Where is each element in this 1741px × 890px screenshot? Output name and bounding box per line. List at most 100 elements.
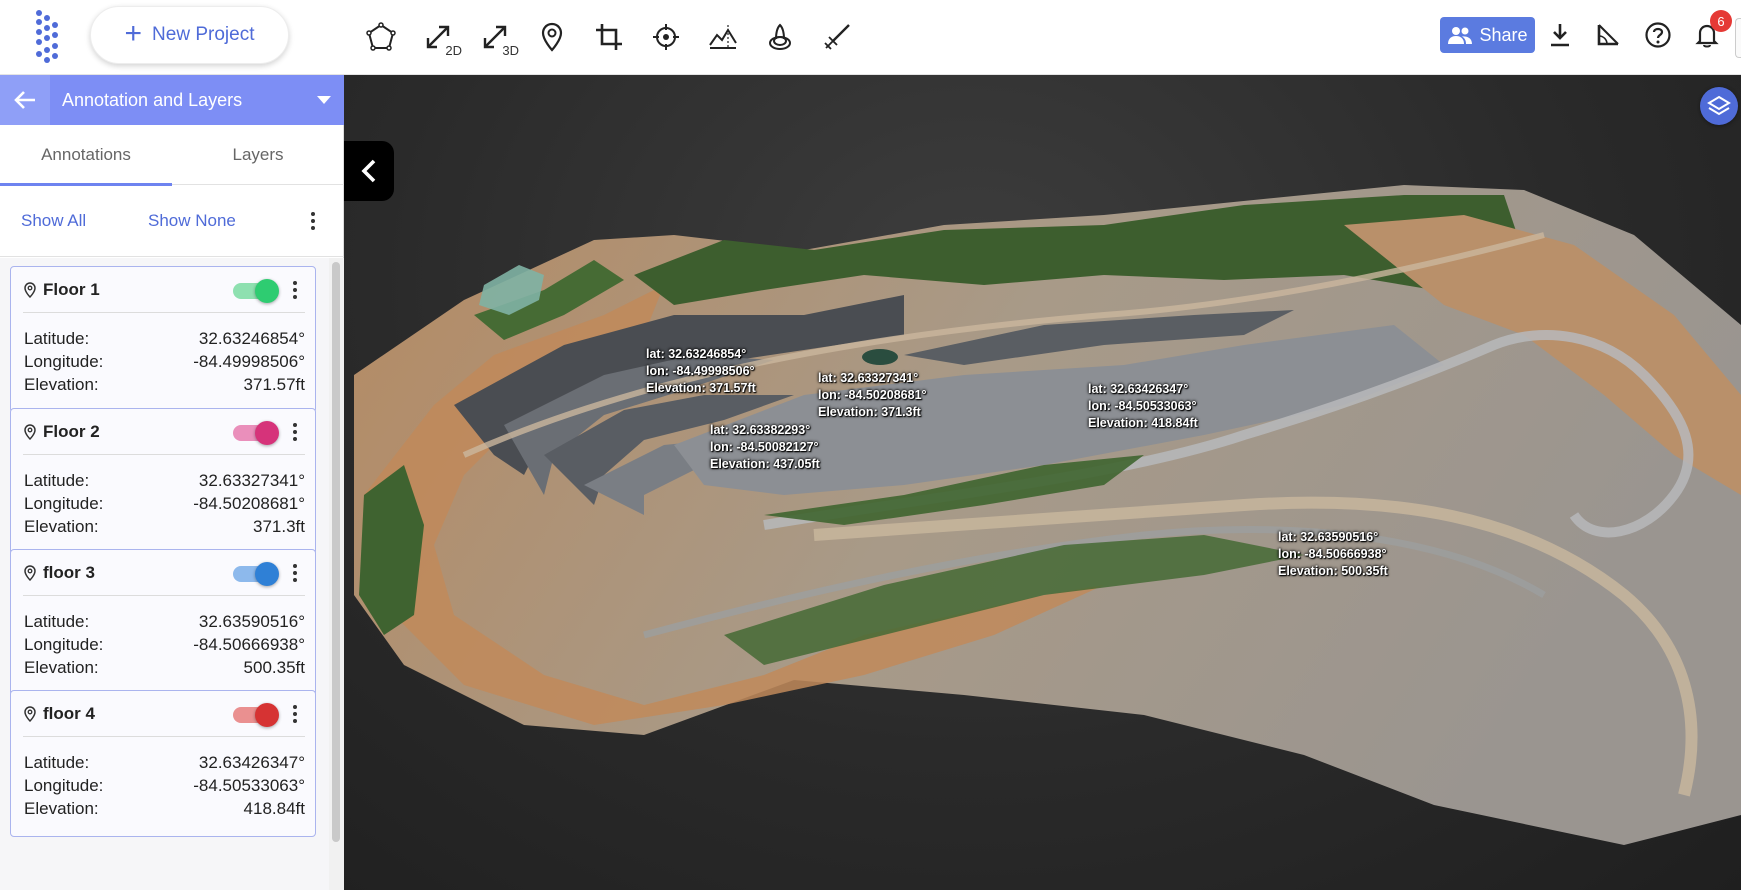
toggle-knob xyxy=(255,278,279,303)
target-tool-button[interactable] xyxy=(637,14,694,60)
label-lon: lon: -84.50666938° xyxy=(1278,547,1387,561)
volume-tool-button[interactable] xyxy=(751,14,808,60)
edge-panel-tab[interactable] xyxy=(1735,18,1741,58)
annotation-visibility-toggle[interactable] xyxy=(233,420,279,445)
chevron-left-icon xyxy=(361,159,376,183)
label-lon: lon: -84.50533063° xyxy=(1088,399,1197,413)
annotation-detail-row: Latitude: 32.63327341° xyxy=(24,471,305,491)
toggle-knob xyxy=(255,561,279,586)
panel-tabs: Annotations Layers xyxy=(0,125,344,186)
panel-header: Annotation and Layers xyxy=(0,75,344,125)
annotation-more-icon[interactable] xyxy=(285,276,305,304)
annotation-detail-row: Elevation: 418.84ft xyxy=(24,799,305,819)
target-icon xyxy=(652,24,679,50)
3d-model-viewer[interactable]: lat: 32.63246854° lon: -84.49998506° Ele… xyxy=(344,75,1741,890)
volume-icon xyxy=(768,23,791,50)
back-button[interactable] xyxy=(0,75,50,125)
annotation-detail-row: Latitude: 32.63426347° xyxy=(24,753,305,773)
detail-value: 32.63426347° xyxy=(198,753,305,772)
annotation-detail-row: Elevation: 500.35ft xyxy=(24,658,305,678)
annotation-card-header: Floor 1 xyxy=(23,267,305,313)
tool-sub-label: 2D xyxy=(445,43,462,58)
location-pin-icon xyxy=(24,281,36,298)
annotation-card[interactable]: floor 3 Latitude: 32.63590516° Longitude: -8… xyxy=(10,549,316,696)
measure-angle-button[interactable] xyxy=(1591,18,1625,52)
show-none-link[interactable]: Show None xyxy=(148,211,236,231)
annotation-sidebar: Annotation and Layers Annotations Layers… xyxy=(0,75,344,890)
detail-label: Latitude: xyxy=(24,471,90,490)
caret-down-icon xyxy=(317,96,331,104)
measure-3d-tool-button[interactable]: 3D xyxy=(466,14,523,60)
profile-tool-button[interactable] xyxy=(694,14,751,60)
tab-annotations[interactable]: Annotations xyxy=(0,125,172,186)
share-label: Share xyxy=(1479,24,1528,45)
detail-value: -84.49998506° xyxy=(193,352,305,371)
annotation-name: floor 3 xyxy=(43,562,95,582)
map-annotation-label[interactable]: lat: 32.63327341° lon: -84.50208681° Ele… xyxy=(818,370,927,421)
annotation-detail-row: Elevation: 371.3ft xyxy=(24,517,305,537)
layers-toggle-button[interactable] xyxy=(1700,87,1738,125)
location-tool-button[interactable] xyxy=(523,14,580,60)
location-pin-icon xyxy=(24,564,36,581)
share-button[interactable]: Share xyxy=(1440,17,1535,53)
new-project-button[interactable]: + New Project xyxy=(90,6,289,64)
brush-icon xyxy=(823,24,850,50)
annotation-visibility-toggle[interactable] xyxy=(233,278,279,303)
map-annotation-label[interactable]: lat: 32.63246854° lon: -84.49998506° Ele… xyxy=(646,346,756,397)
crop-tool-button[interactable] xyxy=(580,14,637,60)
more-options-icon[interactable] xyxy=(303,207,323,235)
app-logo-icon[interactable] xyxy=(30,8,70,66)
layers-icon xyxy=(1707,95,1731,116)
label-lon: lon: -84.50082127° xyxy=(710,440,819,454)
toggle-knob xyxy=(255,702,279,727)
map-annotation-label[interactable]: lat: 32.63426347° lon: -84.50533063° Ele… xyxy=(1088,381,1198,432)
location-pin-icon xyxy=(24,705,36,722)
annotation-card-header: Floor 2 xyxy=(23,409,305,455)
tool-sub-label: 3D xyxy=(502,43,519,58)
label-lat: lat: 32.63327341° xyxy=(818,371,919,385)
scrollbar-thumb[interactable] xyxy=(332,262,340,842)
annotation-list-scrollbar[interactable] xyxy=(329,258,344,890)
annotation-detail-row: Longitude: -84.50208681° xyxy=(24,494,305,514)
quarry-3d-model[interactable] xyxy=(344,75,1741,890)
collapse-sidebar-button[interactable] xyxy=(344,141,394,201)
annotation-card[interactable]: Floor 1 Latitude: 32.63246854° Longitude: -8… xyxy=(10,266,316,413)
annotation-name: floor 4 xyxy=(43,703,95,723)
map-annotation-label[interactable]: lat: 32.63590516° lon: -84.50666938° Ele… xyxy=(1278,529,1388,580)
annotation-detail-row: Latitude: 32.63246854° xyxy=(24,329,305,349)
label-lat: lat: 32.63246854° xyxy=(646,347,747,361)
annotation-detail-row: Elevation: 371.57ft xyxy=(24,375,305,395)
people-icon xyxy=(1448,27,1473,44)
brush-tool-button[interactable] xyxy=(808,14,865,60)
annotation-visibility-toggle[interactable] xyxy=(233,561,279,586)
annotation-card[interactable]: Floor 2 Latitude: 32.63327341° Longitude: -8… xyxy=(10,408,316,555)
annotation-visibility-toggle[interactable] xyxy=(233,702,279,727)
detail-label: Latitude: xyxy=(24,329,90,348)
terrain-profile-icon xyxy=(708,25,737,49)
show-all-link[interactable]: Show All xyxy=(21,211,86,231)
new-project-label: New Project xyxy=(152,24,255,45)
annotation-more-icon[interactable] xyxy=(285,559,305,587)
annotation-name: Floor 2 xyxy=(43,421,100,441)
annotation-more-icon[interactable] xyxy=(285,700,305,728)
help-button[interactable] xyxy=(1641,18,1675,52)
download-button[interactable] xyxy=(1543,18,1577,52)
arrow-left-icon xyxy=(14,91,35,109)
top-toolbar: + New Project 2D 3D Share 6 xyxy=(0,0,1741,75)
detail-value: 32.63246854° xyxy=(198,329,305,348)
panel-title: Annotation and Layers xyxy=(62,89,243,110)
detail-label: Longitude: xyxy=(24,494,104,513)
annotation-detail-row: Latitude: 32.63590516° xyxy=(24,612,305,632)
annotation-card[interactable]: floor 4 Latitude: 32.63426347° Longitude: -8… xyxy=(10,690,316,837)
polygon-tool-button[interactable] xyxy=(352,14,409,60)
location-pin-icon xyxy=(24,423,36,440)
detail-label: Longitude: xyxy=(24,776,104,795)
measure-2d-tool-button[interactable]: 2D xyxy=(409,14,466,60)
app-root: + New Project 2D 3D Share 6 Annotation a… xyxy=(0,0,1741,890)
map-annotation-label[interactable]: lat: 32.63382293° lon: -84.50082127° Ele… xyxy=(710,422,820,473)
tab-layers[interactable]: Layers xyxy=(172,125,344,185)
panel-dropdown-button[interactable] xyxy=(304,75,344,125)
polygon-icon xyxy=(365,22,396,51)
label-lon: lon: -84.49998506° xyxy=(646,364,755,378)
annotation-more-icon[interactable] xyxy=(285,418,305,446)
